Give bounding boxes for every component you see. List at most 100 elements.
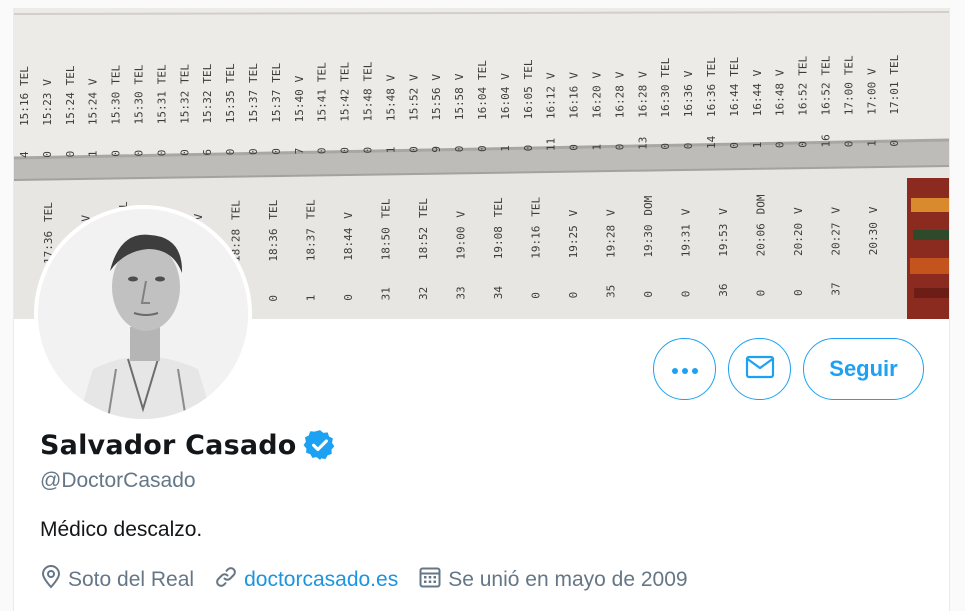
banner-receipt-text: 0 [110, 150, 123, 157]
banner-receipt-text: 14 [705, 135, 718, 149]
verified-badge-icon [303, 428, 337, 462]
banner-receipt-text: TEL [133, 64, 146, 84]
banner-receipt-text: 16:28 [613, 85, 626, 118]
banner-receipt-text: 36 [717, 284, 730, 297]
more-icon [671, 360, 699, 379]
banner-receipt-text: 17:01 [888, 81, 901, 114]
banner-receipt-text: 0 [792, 289, 805, 296]
banner-receipt-text: V [830, 207, 843, 214]
banner-receipt-text: 15:31 [155, 91, 168, 124]
location-text: Soto del Real [68, 568, 195, 591]
banner-receipt-text: TEL [201, 63, 214, 83]
link-icon [214, 565, 244, 595]
banner-receipt-text: 15:24 [64, 92, 77, 125]
banner-receipt-text: 0 [530, 292, 543, 299]
banner-receipt-text: 0 [342, 294, 355, 301]
location-icon [40, 565, 68, 595]
banner-receipt-text: TEL [380, 198, 393, 218]
banner-receipt-text: 0 [64, 151, 77, 158]
banner-receipt-text: 16 [820, 134, 833, 147]
banner-receipt-text: 0 [613, 144, 626, 151]
banner-receipt-text: TEL [705, 57, 718, 77]
banner-receipt-text: TEL [18, 66, 31, 86]
profile-name-row: Salvador Casado [40, 428, 337, 462]
banner-receipt-text: 16:05 [522, 86, 535, 119]
banner-receipt-text: V [430, 74, 443, 81]
banner-receipt-text: V [717, 208, 730, 215]
banner-receipt-text: 0 [247, 148, 260, 155]
banner-receipt-text: TEL [530, 197, 543, 217]
profile-joined: Se unió en mayo de 2009 [418, 565, 688, 595]
banner-receipt-text: TEL [110, 65, 123, 85]
banner-receipt-text: 0 [362, 147, 375, 154]
banner-receipt-text: 15:30 [110, 92, 123, 125]
banner-receipt-text: V [545, 72, 558, 79]
banner-receipt-text: 0 [522, 145, 535, 152]
banner-receipt-text: V [453, 73, 466, 80]
banner-receipt-text: 16:44 [751, 83, 764, 116]
banner-receipt-text: 0 [267, 295, 280, 302]
profile-avatar[interactable] [34, 205, 252, 423]
banner-receipt-text: 0 [155, 150, 168, 157]
banner-receipt-text: DOM [755, 194, 768, 214]
banner-receipt-text: TEL [522, 59, 535, 79]
profile-meta: Soto del Real doctorcasado.es Se unió en… [40, 565, 708, 595]
banner-receipt-text: 15:35 [224, 90, 237, 123]
banner-receipt-text: 16:44 [728, 83, 741, 116]
banner-receipt-text: TEL [270, 62, 283, 82]
follow-button[interactable]: Seguir [803, 338, 924, 400]
joined-text: Se unió en mayo de 2009 [448, 568, 688, 591]
banner-receipt-text: TEL [417, 198, 430, 218]
banner-receipt-text: 19:31 [680, 224, 693, 257]
banner-receipt-text: TEL [316, 62, 329, 82]
banner-receipt-text: 19:28 [605, 225, 618, 258]
banner-receipt-text: 15:56 [430, 87, 443, 120]
banner-receipt-text: 15:48 [362, 88, 375, 121]
banner-receipt-text: TEL [224, 63, 237, 83]
more-options-button[interactable] [653, 338, 716, 400]
banner-receipt-text: 15:37 [247, 90, 260, 123]
banner-receipt-text: 16:52 [797, 83, 810, 116]
banner-receipt-text: 15:42 [339, 89, 352, 122]
banner-receipt-text: V [293, 75, 306, 82]
banner-receipt-text: TEL [362, 61, 375, 81]
banner-receipt-text: 17:00 [865, 82, 878, 115]
banner-receipt-text: TEL [247, 63, 260, 83]
banner-receipt-text: V [751, 69, 764, 76]
banner-receipt-text: V [680, 208, 693, 215]
banner-receipt-text: 15:48 [384, 88, 397, 121]
banner-receipt-text: 4 [18, 151, 31, 158]
banner-receipt-text: 19:08 [492, 226, 505, 259]
banner-receipt-text: 0 [797, 141, 810, 148]
banner-receipt-text: TEL [230, 200, 243, 220]
banner-receipt-text: 18:52 [417, 227, 430, 260]
banner-receipt-text: 11 [545, 138, 558, 151]
banner-receipt-text: 15:41 [316, 89, 329, 122]
message-button[interactable] [728, 338, 791, 400]
banner-receipt-text: 16:20 [591, 85, 604, 118]
website-link[interactable]: doctorcasado.es [244, 568, 398, 592]
banner-receipt-text: 19:30 [642, 224, 655, 257]
banner-receipt-text: 18:36 [267, 228, 280, 261]
banner-receipt-text: 15:32 [178, 91, 191, 124]
banner-receipt-text: 20:27 [830, 222, 843, 255]
banner-receipt-text: 0 [888, 140, 901, 147]
banner-receipt-text: TEL [178, 64, 191, 84]
banner-receipt-text: 0 [224, 149, 237, 156]
banner-receipt-text: TEL [155, 64, 168, 84]
banner-receipt-text: 16:48 [774, 83, 787, 116]
banner-receipt-text: 15:24 [87, 92, 100, 125]
banner-receipt-text: 0 [453, 146, 466, 153]
banner-receipt-text: 0 [133, 150, 146, 157]
profile-card: 4 15:16 TEL 0 15:23 V 0 15:24 TEL 1 15:24 V 0 15:30 TE… [13, 8, 950, 611]
banner-receipt-text: 0 [270, 148, 283, 155]
banner-receipt-text: 16:36 [705, 84, 718, 117]
banner-receipt-text: DOM [642, 195, 655, 215]
banner-receipt-text: TEL [267, 199, 280, 219]
banner-receipt-text: 0 [680, 291, 693, 298]
banner-receipt-text: 16:30 [659, 84, 672, 117]
banner-receipt-text: 20:30 [867, 222, 880, 255]
banner-receipt-text: 13 [636, 137, 649, 150]
banner-receipt-text: TEL [888, 54, 901, 74]
banner-receipt-text: 32 [417, 287, 430, 300]
